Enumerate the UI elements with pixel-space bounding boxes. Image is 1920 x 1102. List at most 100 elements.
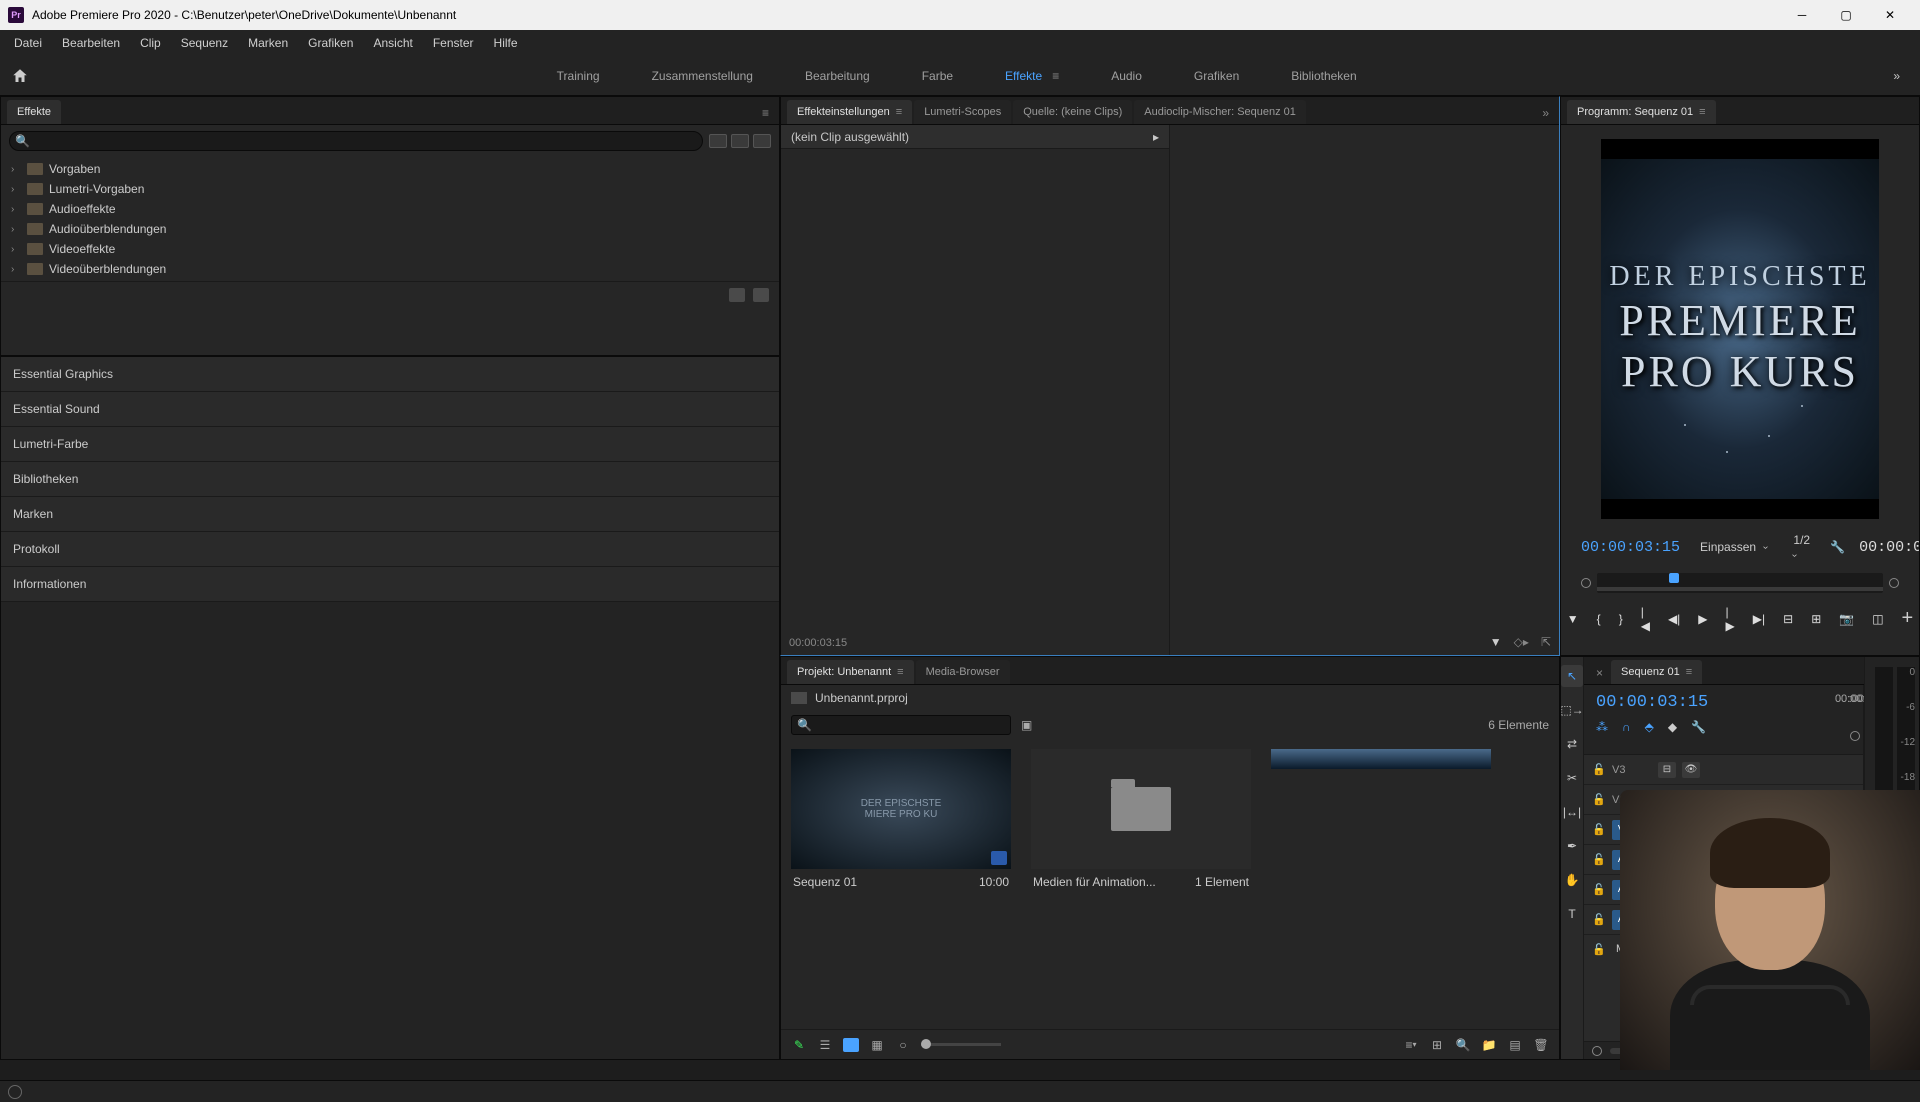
extract-button[interactable]: ⊞ [1811, 610, 1821, 628]
workspace-training[interactable]: Training [551, 61, 606, 91]
selection-tool[interactable]: ↖ [1561, 665, 1583, 687]
automate-button[interactable]: ⊞ [1429, 1038, 1445, 1052]
zoom-handle-left[interactable] [1581, 578, 1591, 588]
vzoom-handle[interactable] [1850, 731, 1860, 741]
workspace-menu-icon[interactable]: ≡ [1052, 69, 1059, 83]
workspace-effekte[interactable]: Effekte≡ [999, 61, 1065, 91]
panel-essential-graphics[interactable]: Essential Graphics [1, 357, 779, 392]
linked-selection-button[interactable]: ∩ [1622, 720, 1631, 734]
lock-icon[interactable]: 🔓 [1592, 853, 1606, 866]
track-select-tool[interactable]: ⬚→ [1561, 699, 1583, 721]
tab-media-browser[interactable]: Media-Browser [916, 660, 1010, 684]
workspace-bibliotheken[interactable]: Bibliotheken [1285, 61, 1362, 91]
tab-lumetri-scopes[interactable]: Lumetri-Scopes [914, 100, 1011, 124]
ripple-tool[interactable]: ⇄ [1561, 733, 1583, 755]
project-bins[interactable]: DER EPISCHSTE MIERE PRO KU Sequenz 01 10… [781, 739, 1559, 1029]
new-item-button[interactable]: ▤ [1507, 1038, 1523, 1052]
menu-clip[interactable]: Clip [130, 32, 171, 54]
marker-button[interactable]: ⬘ [1645, 720, 1654, 734]
panel-protokoll[interactable]: Protokoll [1, 532, 779, 567]
lock-icon[interactable]: 🔓 [1592, 943, 1606, 956]
zoom-fit-select[interactable]: Einpassen › [1694, 538, 1773, 556]
expand-icon[interactable]: ▸ [1153, 130, 1159, 144]
fx-folder-lumetri[interactable]: ›Lumetri-Vorgaben [9, 179, 771, 199]
fx-folder-videoblend[interactable]: ›Videoüberblendungen [9, 259, 771, 279]
icon-view-button[interactable] [843, 1038, 859, 1052]
workspace-overflow[interactable]: » [1873, 61, 1920, 91]
tab-effekte[interactable]: Effekte [7, 100, 61, 124]
tab-projekt[interactable]: Projekt: Unbenannt≡ [787, 660, 914, 684]
fx-folder-audioblend[interactable]: ›Audioüberblendungen [9, 219, 771, 239]
panel-lumetri-farbe[interactable]: Lumetri-Farbe [1, 427, 779, 462]
settings-button[interactable]: 🔧 [1830, 540, 1845, 554]
keyframe-icon[interactable]: ◇▸ [1514, 635, 1529, 649]
mark-out-button[interactable]: } [1619, 610, 1623, 628]
menu-marken[interactable]: Marken [238, 32, 298, 54]
filter-bin-icon[interactable]: ▣ [1021, 718, 1032, 732]
panel-menu-icon[interactable]: ≡ [1699, 106, 1705, 118]
bin-thumbnail[interactable]: DER EPISCHSTE MIERE PRO KU [791, 749, 1011, 869]
delete-button[interactable] [753, 288, 769, 302]
fx-folder-vorgaben[interactable]: ›Vorgaben [9, 159, 771, 179]
program-mini-timeline[interactable] [1597, 573, 1883, 593]
bin-item-sequenz[interactable]: DER EPISCHSTE MIERE PRO KU Sequenz 01 10… [791, 749, 1011, 895]
status-icon[interactable] [8, 1085, 22, 1099]
trash-button[interactable]: 🗑 [1533, 1038, 1549, 1052]
filter-icon[interactable]: ▼ [1490, 635, 1502, 649]
close-sequence[interactable]: × [1590, 662, 1609, 684]
button-editor[interactable]: + [1902, 607, 1914, 630]
panel-menu-icon[interactable]: ≡ [897, 666, 903, 678]
zoom-handle-right[interactable] [1889, 578, 1899, 588]
export-frame-button[interactable]: 📷 [1839, 610, 1854, 628]
workspace-bearbeitung[interactable]: Bearbeitung [799, 61, 876, 91]
sort-icon[interactable]: ○ [895, 1038, 911, 1052]
project-search-input[interactable] [791, 715, 1011, 735]
effects-search-input[interactable] [9, 131, 703, 151]
panel-menu-icon[interactable]: ≡ [758, 102, 773, 124]
menu-sequenz[interactable]: Sequenz [171, 32, 238, 54]
workspace-audio[interactable]: Audio [1105, 61, 1148, 91]
fx-folder-videoeffekte[interactable]: ›Videoeffekte [9, 239, 771, 259]
fx-badge-32bit[interactable] [731, 134, 749, 148]
maximize-button[interactable]: ▢ [1824, 0, 1868, 30]
home-button[interactable] [0, 56, 40, 96]
lock-icon[interactable]: 🔓 [1592, 763, 1606, 776]
lock-icon[interactable]: 🔓 [1592, 793, 1606, 806]
tab-effekteinstellungen[interactable]: Effekteinstellungen≡ [787, 100, 912, 124]
panel-marken[interactable]: Marken [1, 497, 779, 532]
go-to-out-button[interactable]: ▶| [1753, 610, 1765, 628]
step-back-button[interactable]: ◀| [1668, 610, 1680, 628]
panel-bibliotheken[interactable]: Bibliotheken [1, 462, 779, 497]
tab-programm[interactable]: Programm: Sequenz 01≡ [1567, 100, 1716, 124]
new-bin-button[interactable] [729, 288, 745, 302]
insert-button[interactable]: ◆ [1668, 720, 1677, 734]
panel-essential-sound[interactable]: Essential Sound [1, 392, 779, 427]
tab-sequenz[interactable]: Sequenz 01≡ [1611, 660, 1702, 684]
sync-lock[interactable]: ⊟ [1658, 762, 1676, 778]
resolution-select[interactable]: 1/2 › [1787, 531, 1816, 563]
find-button[interactable]: 🔍 [1455, 1038, 1471, 1052]
source-timecode[interactable]: 00:00:03:15 [789, 637, 847, 649]
workspace-farbe[interactable]: Farbe [916, 61, 959, 91]
menu-hilfe[interactable]: Hilfe [484, 32, 528, 54]
menu-grafiken[interactable]: Grafiken [298, 32, 363, 54]
freeform-view-button[interactable]: ▦ [869, 1038, 885, 1052]
add-marker-button[interactable]: ▼ [1567, 610, 1579, 628]
menu-datei[interactable]: Datei [4, 32, 52, 54]
close-button[interactable]: ✕ [1868, 0, 1912, 30]
tab-quelle[interactable]: Quelle: (keine Clips) [1013, 100, 1132, 124]
go-to-in-button[interactable]: |◀ [1641, 610, 1650, 628]
bin-item-partial[interactable] [1271, 749, 1491, 895]
settings-button[interactable]: 🔧 [1691, 720, 1706, 734]
menu-bearbeiten[interactable]: Bearbeiten [52, 32, 130, 54]
razor-tool[interactable]: ✂ [1561, 767, 1583, 789]
mini-playhead[interactable] [1669, 573, 1679, 583]
bin-thumbnail[interactable] [1031, 749, 1251, 869]
bin-thumbnail[interactable] [1271, 749, 1491, 769]
timeline-timecode[interactable]: 00:00:03:15 [1596, 693, 1851, 712]
hzoom-handle[interactable] [1592, 1046, 1602, 1056]
thumb-size-slider[interactable] [921, 1043, 1001, 1046]
lock-icon[interactable]: 🔓 [1592, 823, 1606, 836]
pen-tool[interactable]: ✒ [1561, 835, 1583, 857]
minimize-button[interactable]: ─ [1780, 0, 1824, 30]
